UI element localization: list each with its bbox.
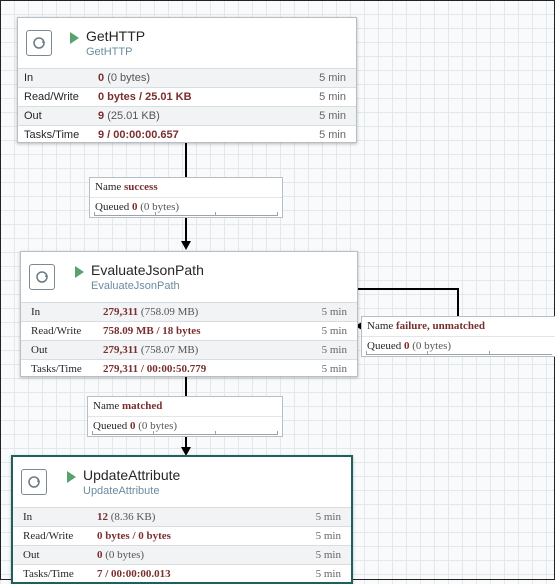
run-status-icon [75,266,84,278]
connection-line-failure[interactable] [358,288,459,290]
connection-name-row: Name matched [93,400,163,412]
processor-type: GetHTTP [86,46,133,58]
processor-icon [26,30,52,56]
processor-icon [21,469,47,495]
processor-header: GetHTTP GetHTTP [18,18,356,68]
connection-queued-row: Queued 0 (0 bytes) [362,336,555,356]
run-status-icon [70,32,79,44]
processor-gethttp[interactable]: GetHTTP GetHTTP In 0 (0 bytes) 5 min Rea… [17,17,357,143]
stat-row-in: In 0 (0 bytes) 5 min [18,68,356,87]
stat-row-read-write: Read/Write 758.09 MB / 18 bytes 5 min [21,321,357,340]
stat-row-read-write: Read/Write 0 bytes / 25.01 KB 5 min [18,87,356,106]
processor-name: EvaluateJsonPath [91,262,204,278]
queue-progress-bar [94,212,278,216]
stat-row-tasks-time: Tasks/Time 279,311 / 00:00:50.779 5 min [21,359,357,378]
stat-row-in: In 12 (8.36 KB) 5 min [13,507,351,526]
processor-header: EvaluateJsonPath EvaluateJsonPath [21,252,357,302]
connection-label-failure-unmatched[interactable]: Name failure, unmatched Queued 0 (0 byte… [361,316,555,357]
connection-queued-row: Queued 0 (0 bytes) [90,197,282,217]
processor-name: UpdateAttribute [83,467,181,483]
run-status-icon [67,471,76,483]
connection-line-failure-drop[interactable] [457,288,459,318]
queue-progress-bar [366,351,552,355]
connection-label-success[interactable]: Name success Queued 0 (0 bytes) [89,177,283,218]
stat-row-tasks-time: Tasks/Time 7 / 00:00:00.013 5 min [13,564,351,583]
stat-row-out: Out 9 (25.01 KB) 5 min [18,106,356,125]
stat-row-tasks-time: Tasks/Time 9 / 00:00:00.657 5 min [18,125,356,144]
stat-row-read-write: Read/Write 0 bytes / 0 bytes 5 min [13,526,351,545]
processor-type: EvaluateJsonPath [91,280,180,292]
arrowhead-icon [181,241,191,250]
connection-label-matched[interactable]: Name matched Queued 0 (0 bytes) [87,396,283,437]
connection-name-row: Name success [95,181,158,193]
connection-queued-row: Queued 0 (0 bytes) [88,416,282,436]
processor-type: UpdateAttribute [83,485,160,497]
processor-updateattribute[interactable]: UpdateAttribute UpdateAttribute In 12 (8… [11,455,353,584]
stat-row-out: Out 279,311 (758.07 MB) 5 min [21,340,357,359]
processor-name: GetHTTP [86,28,146,44]
connection-name-row: Name failure, unmatched [367,320,486,332]
processor-evaluatejsonpath[interactable]: EvaluateJsonPath EvaluateJsonPath In 279… [20,251,358,377]
stat-row-in: In 279,311 (758.09 MB) 5 min [21,302,357,321]
processor-header: UpdateAttribute UpdateAttribute [13,457,351,507]
queue-progress-bar [92,431,278,435]
stat-row-out: Out 0 (0 bytes) 5 min [13,545,351,564]
processor-icon [29,264,55,290]
